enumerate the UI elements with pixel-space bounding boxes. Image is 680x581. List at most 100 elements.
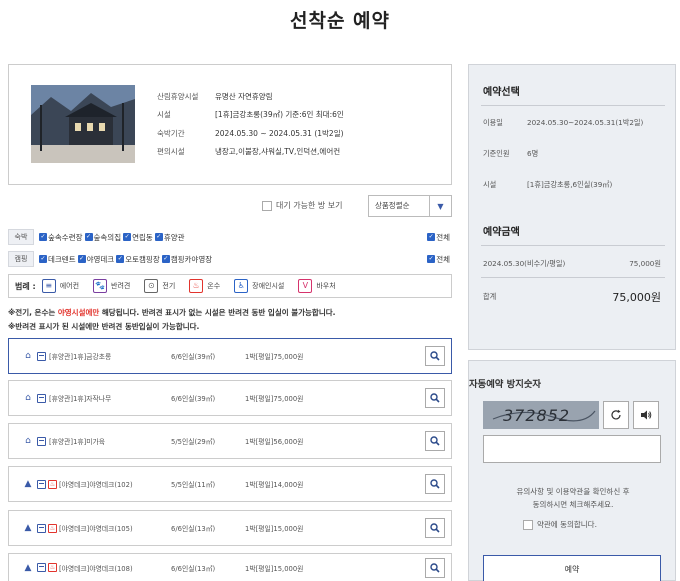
selection-value: [1휴]금강초롱,6인실(39㎡)	[527, 180, 613, 189]
chevron-down-icon: ▼	[429, 196, 451, 216]
checkbox-box[interactable]	[262, 200, 272, 211]
speaker-icon[interactable]	[633, 401, 659, 429]
hot-water-icon: ♨	[48, 563, 57, 572]
room-capacity: 6/6인실(13㎡)	[171, 564, 216, 573]
filter-label: 연립동	[132, 232, 153, 242]
check-icon: ✓	[84, 233, 93, 241]
filter-checkbox[interactable]: ✓ 숲속수련장	[39, 232, 83, 243]
room-item[interactable]: ▲ ♨ [야영데크]야영데크(102) 5/5인실(11㎡) 1박[평일]14,0…	[8, 466, 452, 502]
amount-date: 2024.05.30(비수기/평일)	[483, 259, 566, 268]
hot-water-icon: ♨	[189, 279, 204, 293]
room-price: 1박[평일]14,000원	[245, 481, 304, 489]
captcha-input[interactable]	[483, 435, 661, 463]
agree-label: 약관에 동의합니다.	[537, 520, 597, 529]
selection-row: 이용일 2024.05.30~2024.05.31(1박2일)	[483, 118, 643, 128]
legend-item: V 바우처	[298, 279, 336, 293]
filter-label: 휴양관	[163, 232, 185, 242]
legend: 범례 : ≡ 에어컨 🐾 반려견 ⊙ 전기 ♨ 온수 ♿ 장애인시설 V 바우처	[8, 274, 452, 298]
room-item[interactable]: ⌂ [휴양관]1휴]미가육 5/5인실(29㎡) 1박[평일]56,000원	[8, 423, 452, 459]
check-icon: ✓	[116, 255, 125, 263]
amount-value: 75,000원	[629, 259, 661, 268]
page-title: 선착순 예약	[289, 10, 390, 32]
room-price: 1박[평일]56,000원	[245, 438, 304, 446]
legend-label: 장애인시설	[252, 282, 285, 290]
check-icon: ✓	[161, 255, 170, 263]
refresh-icon[interactable]	[603, 401, 629, 429]
check-icon: ✓	[39, 255, 47, 263]
selection-value: 2024.05.30~2024.05.31(1박2일)	[527, 118, 644, 127]
search-icon[interactable]	[425, 557, 445, 578]
wait-available-checkbox[interactable]: 대기 가능한 방 보기	[262, 200, 343, 211]
room-item[interactable]: ⌂ [휴양관]1휴]자작나무 6/6인실(39㎡) 1박[평일]75,000원	[8, 380, 452, 416]
check-icon: ✓	[427, 255, 436, 263]
info-key: 시설	[157, 110, 171, 120]
filter-checkbox[interactable]: ✓ 휴양관	[154, 232, 185, 243]
search-icon[interactable]	[425, 518, 445, 538]
filter-checkbox[interactable]: ✓ 오토캠핑장	[116, 254, 160, 265]
filter-checkbox[interactable]: ✓ 연립동	[123, 232, 153, 243]
search-icon[interactable]	[425, 474, 445, 494]
filter-label: 숲속수련장	[48, 232, 83, 242]
legend-title: 범례 :	[15, 281, 36, 291]
legend-item: 🐾 반려견	[93, 279, 130, 293]
filter-checkbox[interactable]: ✓ 야영데크	[77, 254, 115, 265]
total-label: 합계	[483, 292, 497, 301]
info-row-amenities: 편의시설 냉장고,이불장,샤워실,TV,인덕션,에어컨	[157, 143, 344, 162]
search-icon[interactable]	[425, 388, 445, 408]
check-icon: ✓	[39, 233, 47, 241]
wheelchair-icon: ♿	[234, 279, 249, 293]
room-capacity: 5/5인실(11㎡)	[171, 481, 216, 489]
stay-all-checkbox[interactable]: ✓ 전체	[427, 232, 450, 243]
amount-row: 2024.05.30(비수기/평일) 75,000원	[483, 259, 661, 269]
sort-select[interactable]: 상품정렬순 ▼	[368, 195, 452, 217]
filter-label: 오토캠핑장	[125, 254, 160, 264]
filter-label: 야영데크	[86, 254, 115, 264]
captcha-panel: 자동예약 방지숫자 372852 유의사항 및 이용약관을 확인하신 후 동의하…	[468, 360, 676, 581]
room-item[interactable]: ▲ ♨ [야영데크]야영데크(105) 6/6인실(13㎡) 1박[평일]15,0…	[8, 510, 452, 546]
info-value: 냉장고,이불장,샤워실,TV,인덕션,에어컨	[215, 147, 341, 157]
info-key: 편의시설	[157, 147, 185, 157]
notice-line-1: ※전기, 온수는 야영시설에만 해당됩니다. 반려견 표시가 없는 시설은 반려…	[8, 308, 336, 317]
room-name: [휴양관]1휴]금강초롱	[49, 353, 112, 361]
legend-label: 바우처	[316, 282, 336, 290]
checkbox-box[interactable]	[523, 519, 533, 530]
filter-label: 데크텐트	[48, 254, 76, 264]
voucher-icon: V	[298, 279, 313, 293]
dog-icon: 🐾	[93, 279, 108, 293]
legend-item: ⊙ 전기	[144, 279, 175, 293]
total-row: 합계 75,000원	[483, 289, 661, 305]
divider	[481, 105, 665, 106]
selection-title: 예약선택	[483, 87, 520, 98]
reservation-summary-panel: 예약선택 이용일 2024.05.30~2024.05.31(1박2일) 기준인원…	[468, 64, 676, 350]
room-capacity: 5/5인실(29㎡)	[171, 438, 216, 446]
stay-tag: 숙박	[8, 229, 34, 245]
search-icon[interactable]	[425, 431, 445, 451]
room-name: [야영데크]야영데크(102)	[59, 481, 133, 489]
selection-key: 시설	[483, 180, 497, 189]
camp-all-checkbox[interactable]: ✓ 전체	[427, 254, 450, 265]
reserve-button[interactable]: 예약	[483, 555, 661, 581]
selection-value: 6명	[527, 149, 539, 158]
search-icon[interactable]	[425, 346, 445, 366]
filter-checkbox[interactable]: ✓ 데크텐트	[39, 254, 76, 265]
aircon-icon	[37, 393, 46, 403]
captcha-code: 372852	[503, 406, 570, 425]
room-item[interactable]: ▲ ♨ [야영데크]야영데크(108) 6/6인실(13㎡) 1박[평일]15,0…	[8, 553, 452, 581]
room-item[interactable]: ⌂ [휴양관]1휴]금강초롱 6/6인실(39㎡) 1박[평일]75,000원	[8, 338, 452, 374]
check-icon: ✓	[77, 255, 86, 263]
info-value: 유명산 자연휴양림	[215, 91, 273, 101]
room-price: 1박[평일]75,000원	[245, 353, 304, 361]
filter-label: 전체	[436, 254, 450, 264]
filter-label: 전체	[436, 232, 450, 242]
room-price: 1박[평일]15,000원	[245, 564, 304, 573]
filter-checkbox[interactable]: ✓ 캠핑카야영장	[161, 254, 212, 265]
check-icon: ✓	[427, 233, 436, 241]
electric-icon: ⊙	[144, 279, 159, 293]
info-row-room: 시설 [1휴]금강초롱(39㎡) 기준:6인 최대:6인	[157, 106, 344, 125]
info-key: 숙박기간	[157, 128, 185, 138]
selection-key: 기준인원	[483, 149, 510, 158]
captcha-image: 372852	[483, 401, 599, 429]
filter-checkbox[interactable]: ✓ 숲속의집	[84, 232, 121, 243]
agree-checkbox[interactable]: 약관에 동의합니다.	[523, 519, 597, 530]
selection-row: 시설 [1휴]금강초롱,6인실(39㎡)	[483, 180, 612, 190]
